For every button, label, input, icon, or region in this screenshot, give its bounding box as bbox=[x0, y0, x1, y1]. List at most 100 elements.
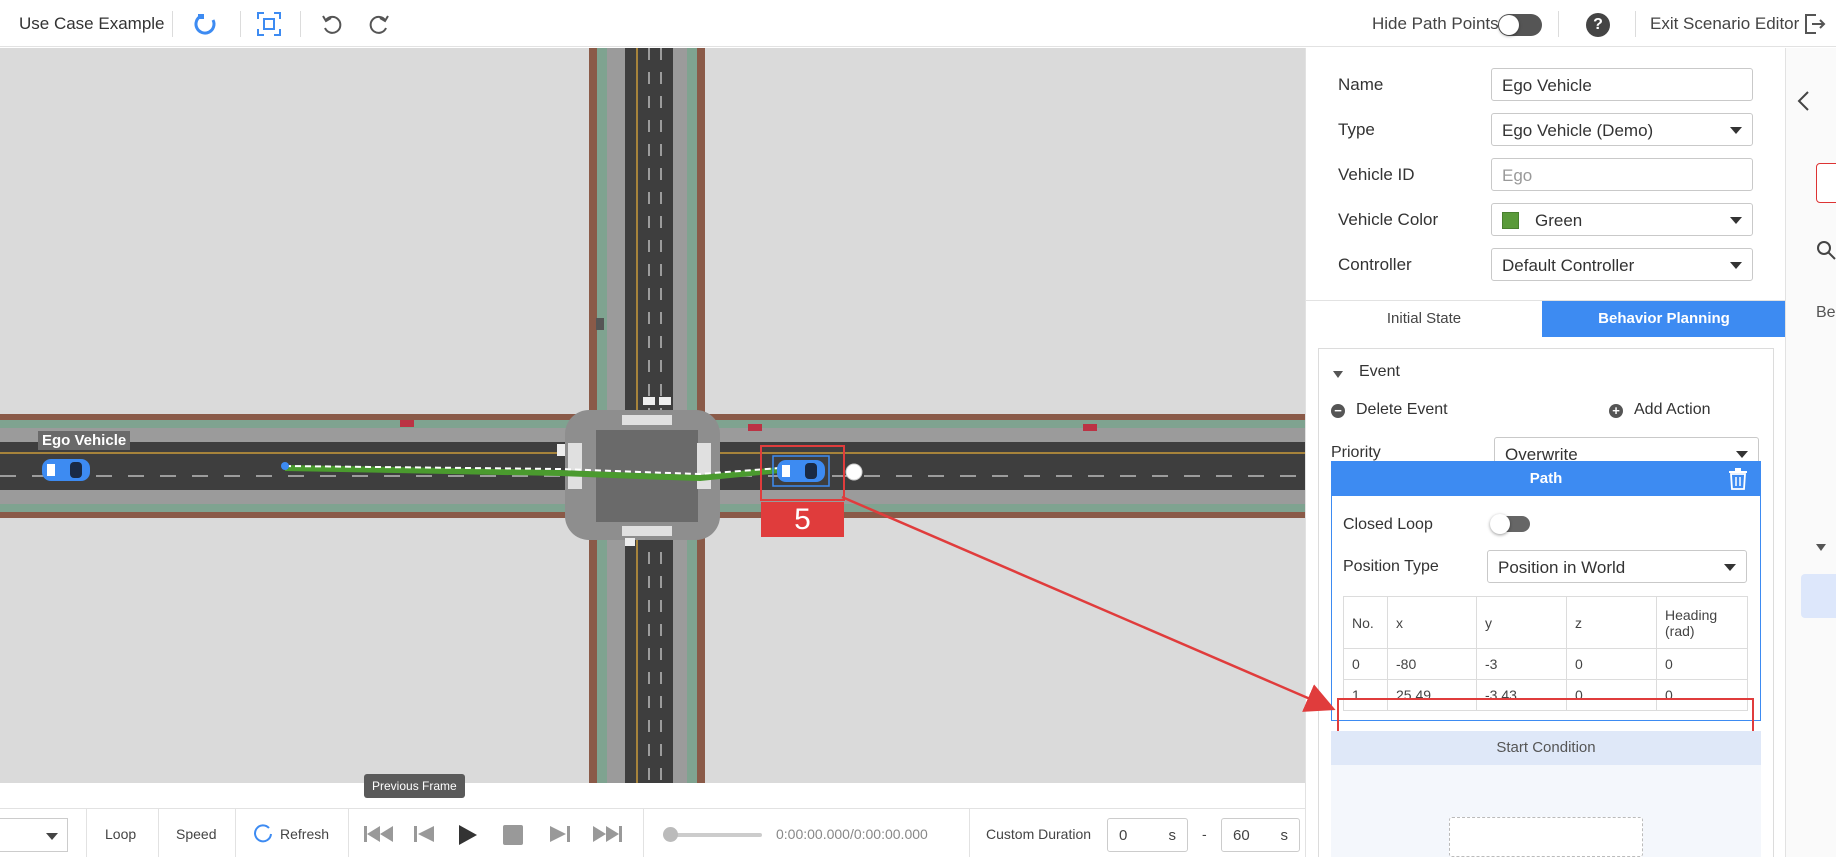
collapse-caret-icon[interactable] bbox=[1816, 544, 1826, 551]
vehicle-id-label: Vehicle ID bbox=[1338, 165, 1415, 184]
plus-circle-icon[interactable]: + bbox=[1609, 404, 1623, 418]
toolbar-divider bbox=[1558, 11, 1559, 37]
start-condition-header: Start Condition bbox=[1331, 731, 1761, 765]
bar-divider bbox=[235, 809, 236, 857]
chevron-down-icon bbox=[1736, 451, 1748, 458]
event-card: Event − Delete Event + Add Action Priori… bbox=[1318, 348, 1774, 857]
signal-marker bbox=[625, 538, 635, 546]
toggle-knob bbox=[1499, 15, 1519, 35]
delete-event-button[interactable]: Delete Event bbox=[1356, 401, 1448, 419]
signal-marker bbox=[400, 420, 414, 427]
collapse-caret-icon[interactable] bbox=[1333, 371, 1343, 378]
controller-value: Default Controller bbox=[1502, 256, 1635, 275]
vehicle-color-value: Green bbox=[1535, 211, 1583, 230]
chevron-down-icon bbox=[1730, 127, 1742, 134]
chevron-left-icon[interactable] bbox=[1796, 90, 1812, 117]
vehicle-id-field[interactable]: Ego bbox=[1491, 158, 1753, 191]
bar-divider bbox=[348, 809, 349, 857]
properties-panel: Name Ego Vehicle Type Ego Vehicle (Demo)… bbox=[1305, 48, 1786, 857]
help-icon[interactable]: ? bbox=[1586, 13, 1610, 37]
table-cell[interactable]: -3 bbox=[1476, 648, 1567, 680]
chevron-down-icon bbox=[46, 833, 58, 840]
refresh-button[interactable]: Refresh bbox=[280, 826, 329, 842]
path-point-end[interactable] bbox=[845, 463, 863, 481]
vehicle-color-select[interactable]: Green bbox=[1491, 203, 1753, 236]
ego-vehicle-label: Ego Vehicle bbox=[38, 431, 131, 450]
column-header: x bbox=[1387, 596, 1477, 649]
map-canvas[interactable]: Ego Vehicle bbox=[0, 48, 1305, 783]
playback-select[interactable] bbox=[0, 818, 68, 852]
redo-icon[interactable] bbox=[365, 10, 393, 38]
search-icon[interactable] bbox=[1816, 240, 1836, 265]
toolbar-divider bbox=[172, 11, 173, 37]
bar-divider bbox=[86, 809, 87, 857]
trash-icon[interactable] bbox=[1728, 468, 1748, 495]
magnet-icon[interactable] bbox=[192, 10, 220, 38]
signal-marker bbox=[748, 424, 762, 431]
signal-marker bbox=[596, 318, 604, 330]
partial-label: Be bbox=[1816, 304, 1836, 321]
scenario-title: Use Case Example bbox=[19, 14, 165, 33]
right-side-strip: Be bbox=[1785, 48, 1836, 857]
loop-button[interactable]: Loop bbox=[105, 826, 136, 842]
exit-icon[interactable] bbox=[1800, 10, 1828, 38]
undo-icon[interactable] bbox=[318, 10, 346, 38]
controller-select[interactable]: Default Controller bbox=[1491, 248, 1753, 281]
type-select[interactable]: Ego Vehicle (Demo) bbox=[1491, 113, 1753, 146]
path-point-start[interactable] bbox=[281, 462, 289, 470]
minus-circle-icon[interactable]: − bbox=[1331, 404, 1345, 418]
table-row[interactable]: 0 -80 -3 0 0 bbox=[1343, 648, 1748, 680]
bar-divider bbox=[643, 809, 644, 857]
table-cell[interactable]: 0 bbox=[1656, 648, 1748, 680]
column-header: No. bbox=[1343, 596, 1388, 649]
table-cell[interactable]: 0 bbox=[1566, 648, 1657, 680]
toolbar-divider bbox=[300, 11, 301, 37]
hide-path-points-toggle[interactable] bbox=[1498, 14, 1542, 36]
forward-to-end-icon[interactable] bbox=[592, 824, 624, 844]
vehicle-id-placeholder: Ego bbox=[1502, 166, 1533, 185]
signal-marker bbox=[659, 397, 671, 405]
duration-end-input[interactable]: 60 s bbox=[1221, 818, 1300, 852]
custom-duration-label: Custom Duration bbox=[986, 826, 1092, 842]
tab-initial-state[interactable]: Initial State bbox=[1306, 301, 1542, 337]
position-type-select[interactable]: Position in World bbox=[1487, 550, 1747, 583]
timeline-slider-handle[interactable] bbox=[663, 827, 678, 842]
fit-view-icon[interactable] bbox=[255, 10, 283, 38]
time-readout: 0:00:00.000/0:00:00.000 bbox=[776, 826, 928, 842]
rewind-to-start-icon[interactable] bbox=[362, 824, 394, 844]
speed-button[interactable]: Speed bbox=[176, 826, 216, 842]
color-swatch bbox=[1502, 212, 1519, 229]
closed-loop-toggle[interactable] bbox=[1490, 514, 1530, 534]
side-input-box[interactable] bbox=[1816, 163, 1836, 203]
duration-start-value: 0 bbox=[1119, 827, 1128, 844]
timeline-slider-track[interactable] bbox=[668, 833, 762, 837]
column-header: z bbox=[1566, 596, 1657, 649]
duration-start-input[interactable]: 0 s bbox=[1107, 818, 1188, 852]
stop-icon[interactable] bbox=[502, 824, 524, 845]
exit-scenario-editor-button[interactable]: Exit Scenario Editor bbox=[1650, 14, 1799, 34]
play-icon[interactable] bbox=[456, 824, 478, 845]
add-action-button[interactable]: Add Action bbox=[1634, 401, 1711, 419]
type-label: Type bbox=[1338, 120, 1375, 139]
side-selected-item[interactable] bbox=[1801, 574, 1836, 618]
refresh-icon[interactable] bbox=[252, 823, 274, 843]
vehicle-window bbox=[782, 465, 790, 477]
name-field[interactable]: Ego Vehicle bbox=[1491, 68, 1753, 101]
duration-end-unit: s bbox=[1280, 827, 1289, 844]
controller-label: Controller bbox=[1338, 255, 1412, 274]
signal-marker bbox=[557, 444, 565, 456]
add-condition-dropzone[interactable] bbox=[1449, 817, 1643, 857]
next-frame-icon[interactable] bbox=[548, 824, 572, 844]
top-toolbar: Use Case Example Hide Path Points ? Exit… bbox=[0, 0, 1836, 47]
previous-frame-icon[interactable] bbox=[412, 824, 436, 844]
column-header: y bbox=[1476, 596, 1567, 649]
chevron-down-icon bbox=[1730, 262, 1742, 269]
bar-divider bbox=[969, 809, 970, 857]
table-header-row: No. x y z Heading (rad) bbox=[1343, 596, 1748, 649]
signal-marker bbox=[1083, 424, 1097, 431]
annotation-number-badge: 5 bbox=[761, 502, 844, 537]
tab-behavior-planning[interactable]: Behavior Planning bbox=[1542, 301, 1786, 337]
previous-frame-tooltip: Previous Frame bbox=[364, 774, 465, 798]
start-condition-card: Start Condition bbox=[1331, 731, 1761, 857]
table-cell[interactable]: -80 bbox=[1387, 648, 1477, 680]
